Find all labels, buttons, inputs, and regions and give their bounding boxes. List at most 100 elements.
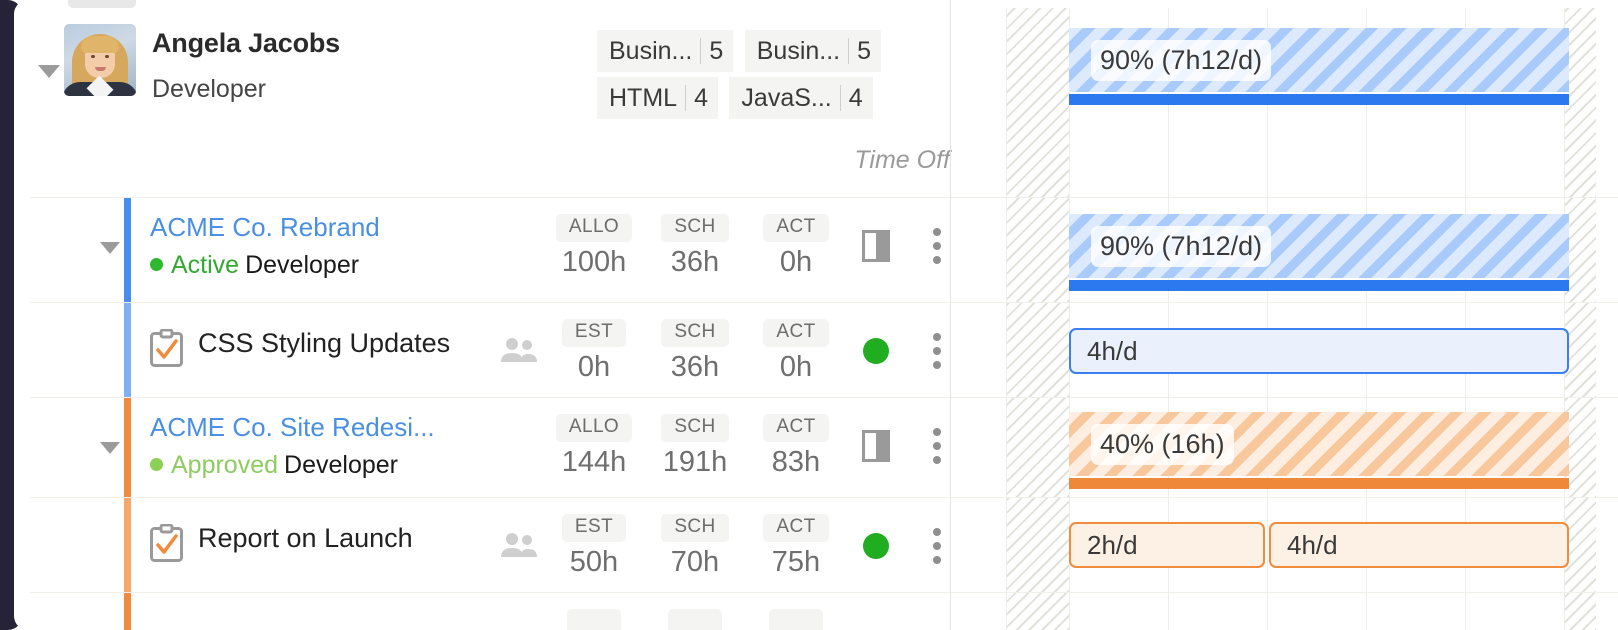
metric-tag: ACT bbox=[763, 414, 828, 442]
non-working-hatch bbox=[1006, 593, 1069, 630]
metric-value: 0h bbox=[748, 246, 844, 279]
non-working-hatch bbox=[1006, 8, 1069, 197]
timeline-task-row: 4h/d bbox=[951, 303, 1596, 398]
task-title[interactable]: CSS Styling Updates bbox=[198, 328, 450, 359]
metric-tag: ACT bbox=[763, 514, 828, 542]
project-color-bar bbox=[124, 398, 131, 497]
people-icon[interactable] bbox=[500, 532, 538, 558]
allocation-bar[interactable]: 4h/d bbox=[1069, 328, 1569, 374]
skill-chip[interactable]: JavaS... 4 bbox=[729, 77, 872, 119]
gantt-timeline-panel[interactable]: 90% (7h12/d) 90% (7h12/d) bbox=[950, 0, 1596, 630]
skill-chip-list: Busin... 5 Busin... 5 HTML 4 bbox=[597, 30, 957, 124]
allocation-label: 2h/d bbox=[1087, 530, 1138, 561]
allocation-bar[interactable]: 4h/d bbox=[1269, 522, 1569, 568]
project-gantt-bar[interactable]: 40% (16h) bbox=[1069, 412, 1569, 476]
green-status-dot[interactable] bbox=[863, 533, 889, 559]
metric-tag: ALLO bbox=[556, 414, 632, 442]
metric-sch: SCH 36h bbox=[647, 214, 743, 279]
project-subline: ActiveDeveloper bbox=[150, 251, 359, 280]
skill-chip[interactable]: Busin... 5 bbox=[597, 30, 733, 72]
timeline-task-row: 2h/d 4h/d bbox=[951, 498, 1596, 593]
metric-value: 70h bbox=[647, 546, 743, 579]
rail-inner-mask bbox=[14, 0, 30, 630]
chevron-down-icon[interactable] bbox=[38, 65, 60, 78]
left-nav-rail bbox=[0, 0, 22, 630]
metric-tag: EST bbox=[562, 514, 626, 542]
skill-chip-divider bbox=[848, 38, 849, 64]
metric-tag: EST bbox=[562, 319, 626, 347]
half-filled-square-icon[interactable] bbox=[862, 230, 890, 262]
non-working-hatch bbox=[1565, 303, 1596, 397]
allocation-bar[interactable]: 2h/d bbox=[1069, 522, 1265, 568]
skill-chip-level: 4 bbox=[694, 84, 708, 113]
project-status: Approved bbox=[171, 451, 278, 479]
metric-value: 36h bbox=[647, 351, 743, 384]
gantt-bar-underline bbox=[1069, 280, 1569, 291]
metric-tag: SCH bbox=[661, 319, 728, 347]
skill-chip-divider bbox=[840, 85, 841, 111]
metric-value: 50h bbox=[546, 546, 642, 579]
skill-chip[interactable]: HTML 4 bbox=[597, 77, 718, 119]
project-row-left: ACME Co. Rebrand ActiveDeveloper ALLO 10… bbox=[22, 198, 972, 302]
next-row-left bbox=[22, 593, 972, 630]
people-icon[interactable] bbox=[500, 337, 538, 363]
metric-value: 75h bbox=[748, 546, 844, 579]
project-title-link[interactable]: ACME Co. Site Redesi... bbox=[150, 412, 435, 443]
metric-value: 0h bbox=[748, 351, 844, 384]
skill-chip-level: 4 bbox=[849, 84, 863, 113]
metric-sch: SCH 70h bbox=[647, 514, 743, 579]
metric-act: ACT 0h bbox=[748, 319, 844, 384]
skill-chip-name: Busin... bbox=[757, 37, 840, 66]
skill-chip-divider bbox=[700, 38, 701, 64]
timeline-person-row: 90% (7h12/d) bbox=[951, 8, 1596, 198]
gantt-bar-underline bbox=[1069, 478, 1569, 489]
kebab-menu-icon[interactable] bbox=[925, 528, 949, 568]
chevron-down-icon[interactable] bbox=[100, 242, 120, 254]
non-working-hatch bbox=[1565, 498, 1596, 592]
project-title-link[interactable]: ACME Co. Rebrand bbox=[150, 212, 380, 243]
gantt-bar-label: 90% (7h12/d) bbox=[1091, 226, 1271, 267]
non-working-hatch bbox=[1006, 498, 1069, 592]
non-working-hatch bbox=[1565, 593, 1596, 630]
gantt-bar-label: 90% (7h12/d) bbox=[1091, 40, 1271, 81]
metric-tag: ACT bbox=[763, 319, 828, 347]
skill-chip-divider bbox=[685, 85, 686, 111]
green-status-dot[interactable] bbox=[863, 338, 889, 364]
skill-chip[interactable]: Busin... 5 bbox=[745, 30, 881, 72]
non-working-hatch bbox=[1565, 398, 1596, 497]
project-color-bar bbox=[124, 593, 131, 630]
allocation-label: 4h/d bbox=[1287, 530, 1338, 561]
metric-act: ACT 0h bbox=[748, 214, 844, 279]
status-dot-icon bbox=[150, 258, 163, 271]
metric-value: 0h bbox=[546, 351, 642, 384]
non-working-hatch bbox=[1006, 398, 1069, 497]
kebab-menu-icon[interactable] bbox=[925, 428, 949, 468]
person-row-left: Angela Jacobs Developer Busin... 5 Busin… bbox=[22, 8, 972, 197]
project-role: Developer bbox=[284, 451, 398, 479]
non-working-hatch bbox=[1006, 198, 1069, 302]
metric-allo: ALLO 100h bbox=[546, 214, 642, 279]
person-role: Developer bbox=[152, 75, 266, 104]
metric-tag: SCH bbox=[661, 414, 728, 442]
metric-sch: SCH 191h bbox=[647, 414, 743, 479]
kebab-menu-icon[interactable] bbox=[925, 228, 949, 268]
metric-allo: ALLO 144h bbox=[546, 414, 642, 479]
project-role: Developer bbox=[245, 251, 359, 279]
metric-tag: ALLO bbox=[556, 214, 632, 242]
skill-chip-name: HTML bbox=[609, 84, 677, 113]
person-name: Angela Jacobs bbox=[152, 28, 340, 59]
skill-chip-name: JavaS... bbox=[741, 84, 831, 113]
non-working-hatch bbox=[1565, 8, 1596, 197]
project-gantt-bar[interactable]: 90% (7h12/d) bbox=[1069, 214, 1569, 278]
kebab-menu-icon[interactable] bbox=[925, 333, 949, 373]
resource-scheduler-app: Angela Jacobs Developer Busin... 5 Busin… bbox=[0, 0, 1618, 630]
project-color-bar bbox=[124, 198, 131, 302]
task-title[interactable]: Report on Launch bbox=[198, 523, 413, 554]
timeline-project-row: 90% (7h12/d) bbox=[951, 198, 1596, 303]
chevron-down-icon[interactable] bbox=[100, 442, 120, 454]
task-row-left: Report on Launch EST 50h SCH 70h bbox=[22, 498, 972, 592]
summary-gantt-bar[interactable]: 90% (7h12/d) bbox=[1069, 28, 1569, 92]
allocation-label: 4h/d bbox=[1087, 336, 1138, 367]
metric-act: ACT 83h bbox=[748, 414, 844, 479]
half-filled-square-icon[interactable] bbox=[862, 430, 890, 462]
